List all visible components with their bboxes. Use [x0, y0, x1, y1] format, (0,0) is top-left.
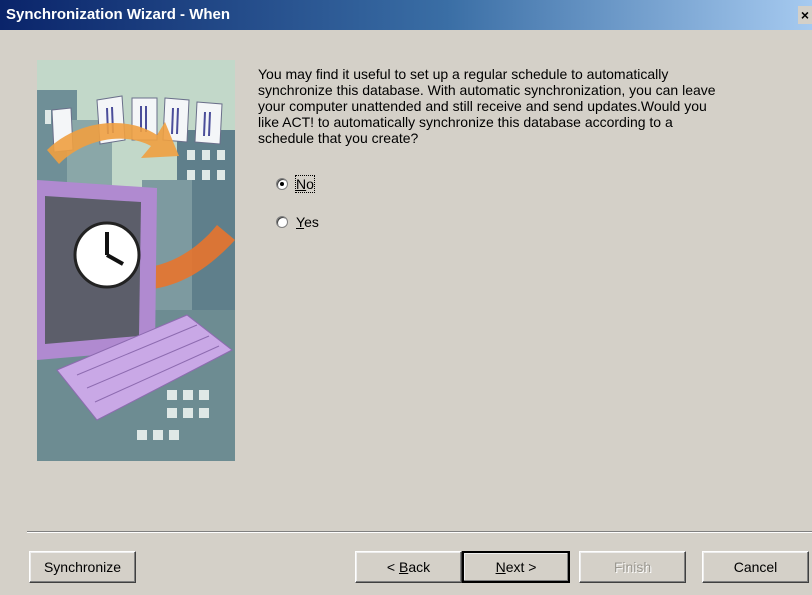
radio-no-indicator[interactable] [276, 178, 288, 190]
wizard-illustration [37, 60, 235, 461]
wizard-question: You may find it useful to set up a regul… [258, 66, 716, 146]
footer-separator [27, 531, 812, 533]
synchronize-button[interactable]: Synchronize [29, 551, 136, 583]
cancel-button[interactable]: Cancel [702, 551, 809, 583]
finish-button[interactable]: Finish [579, 551, 686, 583]
clock-computer-illustration-icon [37, 60, 235, 461]
title-bar: Synchronization Wizard - When × [0, 0, 812, 30]
radio-yes-indicator[interactable] [276, 216, 288, 228]
radio-no-label[interactable]: No [295, 175, 315, 193]
radio-yes-label[interactable]: Yes [296, 214, 319, 230]
window-title: Synchronization Wizard - When [6, 6, 231, 23]
radio-yes[interactable]: Yes [276, 212, 319, 232]
close-icon[interactable]: × [798, 6, 812, 24]
radio-no[interactable]: No [276, 174, 315, 194]
next-button[interactable]: Next > [462, 551, 570, 583]
back-button[interactable]: < Back [355, 551, 462, 583]
